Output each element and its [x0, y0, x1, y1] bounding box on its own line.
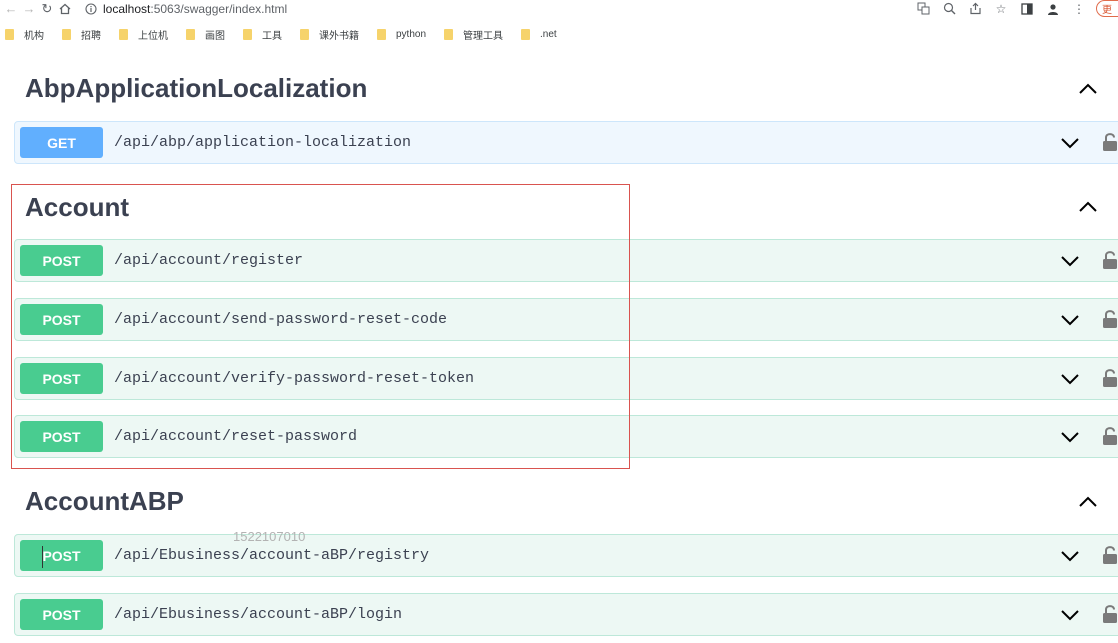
operation-row[interactable]: POST /api/Ebusiness/account-aBP/registry — [14, 534, 1118, 577]
folder-icon — [377, 28, 386, 40]
section-title[interactable]: Account — [25, 192, 129, 223]
bookmark-folder[interactable]: 管理工具 — [444, 27, 503, 42]
bookmark-label: 机构 — [24, 30, 44, 42]
bookmark-folder[interactable]: python — [377, 28, 427, 40]
method-badge: POST — [20, 421, 103, 452]
address-bar[interactable]: localhost:5063/swagger/index.html — [103, 2, 287, 16]
profile-icon[interactable] — [1040, 0, 1066, 17]
bookmark-folder[interactable]: 机构 — [5, 27, 44, 42]
url-host: localhost — [103, 1, 151, 16]
operation-row[interactable]: GET /api/abp/application-localization — [14, 121, 1118, 164]
method-badge: POST — [20, 304, 103, 335]
operation-row[interactable]: POST /api/account/send-password-reset-co… — [14, 298, 1118, 341]
unlock-icon[interactable] — [1101, 603, 1118, 625]
operation-row[interactable]: POST /api/account/reset-password — [14, 415, 1118, 458]
bookmark-label: python — [396, 28, 427, 40]
operation-path: /api/account/send-password-reset-code — [114, 311, 448, 328]
translate-icon[interactable] — [910, 0, 936, 17]
bookmark-folder[interactable]: 画图 — [186, 27, 225, 42]
home-icon[interactable] — [56, 0, 74, 17]
chevron-up-icon[interactable] — [1076, 195, 1100, 219]
chevron-up-icon[interactable] — [1076, 77, 1100, 101]
operation-path: /api/Ebusiness/account-aBP/registry — [114, 547, 430, 564]
folder-icon — [186, 28, 195, 40]
chevron-down-icon[interactable] — [1059, 368, 1081, 390]
chevron-up-icon[interactable] — [1076, 490, 1100, 514]
watermark: 1522107010 — [233, 529, 306, 544]
method-badge: POST — [20, 540, 103, 571]
bookmark-label: 工具 — [262, 30, 282, 42]
chevron-down-icon[interactable] — [1059, 545, 1081, 567]
folder-icon — [444, 28, 454, 40]
method-badge: POST — [20, 245, 103, 276]
chevron-down-icon[interactable] — [1059, 309, 1081, 331]
folder-icon — [521, 28, 531, 40]
bookmark-label: .net — [540, 28, 557, 40]
method-badge: GET — [20, 127, 103, 158]
operation-row[interactable]: POST /api/account/verify-password-reset-… — [14, 357, 1118, 400]
star-icon[interactable]: ☆ — [988, 0, 1014, 17]
chevron-down-icon[interactable] — [1059, 604, 1081, 626]
zoom-icon[interactable] — [936, 0, 962, 17]
bookmarks-bar: 机构 招聘 上位机 画图 工具 课外书籍 python 管理工具 .net — [0, 25, 1118, 43]
chevron-down-icon[interactable] — [1059, 250, 1081, 272]
unlock-icon[interactable] — [1101, 308, 1118, 330]
operation-path: /api/abp/application-localization — [114, 134, 412, 151]
unlock-icon[interactable] — [1101, 367, 1118, 389]
operation-row[interactable]: POST /api/Ebusiness/account-aBP/login — [14, 593, 1118, 636]
chevron-down-icon[interactable] — [1059, 132, 1081, 154]
browser-toolbar: ← → ↻ localhost:5063/swagger/index.html … — [0, 0, 1118, 17]
bookmark-folder[interactable]: 课外书籍 — [300, 27, 359, 42]
unlock-icon[interactable] — [1101, 131, 1118, 153]
bookmark-label: 管理工具 — [463, 30, 504, 42]
menu-icon[interactable]: ⋮ — [1066, 0, 1092, 17]
bookmark-folder[interactable]: 上位机 — [119, 27, 168, 42]
bookmark-folder[interactable]: .net — [521, 28, 557, 40]
text-cursor — [42, 546, 43, 568]
folder-icon — [300, 28, 309, 40]
forward-icon[interactable]: → — [20, 0, 38, 17]
bookmark-folder[interactable]: 工具 — [243, 27, 282, 42]
unlock-icon[interactable] — [1101, 544, 1118, 566]
back-icon[interactable]: ← — [2, 0, 20, 17]
operation-path: /api/account/reset-password — [114, 428, 358, 445]
method-badge: POST — [20, 599, 103, 630]
share-icon[interactable] — [962, 0, 988, 17]
folder-icon — [243, 28, 252, 40]
operation-path: /api/Ebusiness/account-aBP/login — [114, 606, 403, 623]
operation-path: /api/account/verify-password-reset-token — [114, 370, 475, 387]
bookmark-label: 画图 — [205, 30, 225, 42]
section-title[interactable]: AccountABP — [25, 486, 184, 517]
folder-icon — [119, 28, 128, 40]
folder-icon — [5, 28, 14, 40]
chevron-down-icon[interactable] — [1059, 426, 1081, 448]
unlock-icon[interactable] — [1101, 425, 1118, 447]
site-info-icon[interactable] — [84, 2, 98, 16]
url-path: :5063/swagger/index.html — [150, 1, 288, 16]
method-badge: POST — [20, 363, 103, 394]
operation-row[interactable]: POST /api/account/register — [14, 239, 1118, 282]
bookmark-label: 上位机 — [138, 30, 168, 42]
reload-icon[interactable]: ↻ — [38, 0, 56, 17]
bookmark-folder[interactable]: 招聘 — [62, 27, 101, 42]
folder-icon — [62, 28, 71, 40]
section-title[interactable]: AbpApplicationLocalization — [25, 73, 367, 104]
operation-path: /api/account/register — [114, 252, 304, 269]
side-panel-icon[interactable] — [1014, 0, 1040, 17]
update-button[interactable]: 更 — [1096, 0, 1118, 17]
bookmark-label: 招聘 — [81, 30, 101, 42]
unlock-icon[interactable] — [1101, 249, 1118, 271]
bookmark-label: 课外书籍 — [319, 30, 359, 42]
